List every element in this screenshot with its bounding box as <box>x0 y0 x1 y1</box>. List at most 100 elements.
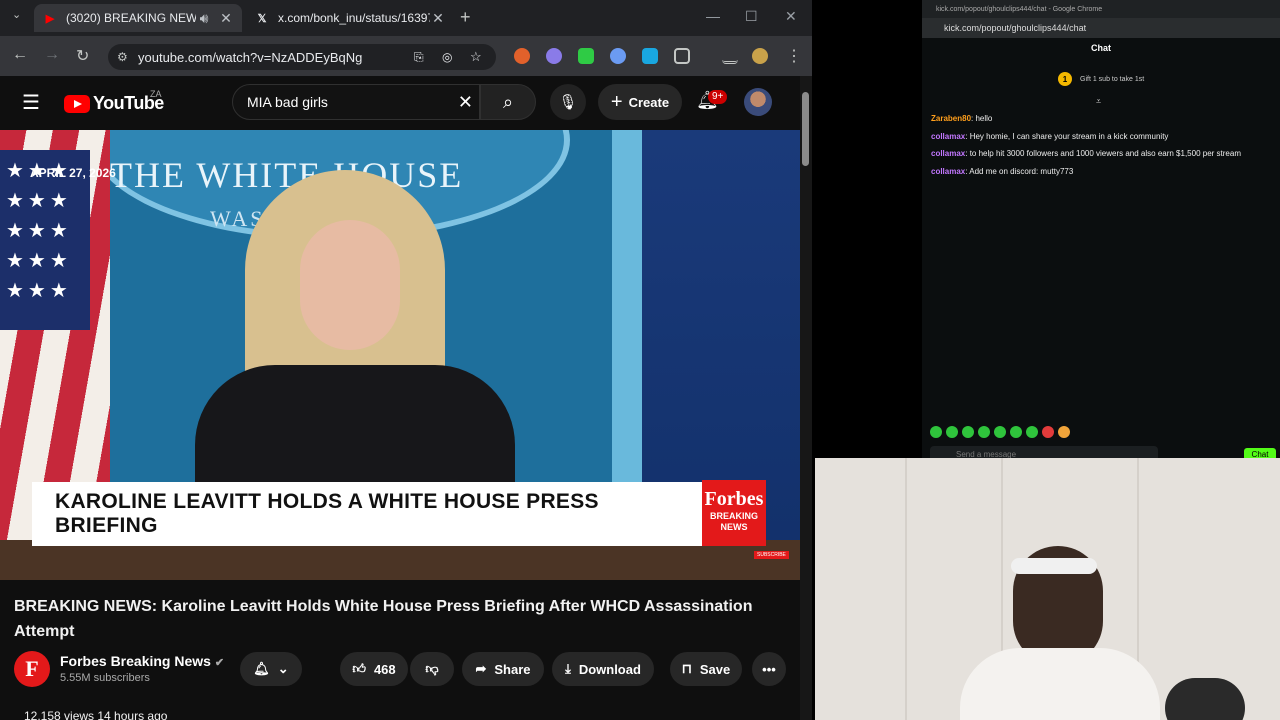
address-bar[interactable]: ⚙ youtube.com/watch?v=NzADDEyBqNg ⎘ ◎ ☆ <box>108 44 496 70</box>
thumbs-down-icon: 👎︎ <box>425 661 439 676</box>
thumbs-up-icon: 👍︎ <box>352 661 366 676</box>
youtube-play-icon <box>64 94 90 113</box>
lower-third-banner: KAROLINE LEAVITT HOLDS A WHITE HOUSE PRE… <box>32 482 702 546</box>
bookmark-icon: ⊓ <box>681 661 692 676</box>
tab-youtube[interactable]: ▶ (3020) BREAKING NEWS: Ka 🔊︎ ✕ <box>34 4 242 32</box>
streamer-shirt <box>960 648 1160 720</box>
subscriber-count: 5.55M subscribers <box>60 672 150 684</box>
tab-title: x.com/bonk_inu/status/163970 <box>278 11 430 25</box>
video-date-stamp: APRIL 27, 2026 <box>30 166 116 180</box>
chevron-down-icon: ⌄ <box>277 661 289 676</box>
speaker-face <box>300 220 400 350</box>
back-icon[interactable]: ← <box>12 46 28 64</box>
chat-username[interactable]: Zaraben80 <box>931 114 971 123</box>
emote-icon[interactable] <box>946 426 958 438</box>
youtube-logo[interactable]: YouTube ZA <box>64 89 164 114</box>
page-scrollbar[interactable] <box>800 76 812 720</box>
hamburger-menu-icon[interactable]: ☰ <box>22 90 40 115</box>
tab-x[interactable]: 𝕏 x.com/bonk_inu/status/163970 ✕ <box>246 4 454 32</box>
close-window-icon[interactable]: ✕ <box>785 8 797 25</box>
kick-chat-window: kick.com/popout/ghoulclips444/chat - Goo… <box>922 0 1280 460</box>
install-icon[interactable]: ⎘ <box>414 50 424 65</box>
emote-icon[interactable] <box>1010 426 1022 438</box>
tab-strip: ⌄ ▶ (3020) BREAKING NEWS: Ka 🔊︎ ✕ 𝕏 x.co… <box>0 0 812 36</box>
emote-icon[interactable] <box>930 426 942 438</box>
channel-name[interactable]: Forbes Breaking News ✔ <box>60 653 224 669</box>
search-icon: ⌕ <box>502 91 514 112</box>
profile-avatar-icon[interactable] <box>752 48 768 64</box>
search-button[interactable]: ⌕ <box>480 84 536 120</box>
kick-address-bar[interactable]: kick.com/popout/ghoulclips444/chat <box>922 18 1280 38</box>
chat-message: Zaraben80: hello <box>931 114 993 123</box>
emote-bar <box>930 426 1070 438</box>
kick-window-title: kick.com/popout/ghoulclips444/chat - Goo… <box>922 0 1280 18</box>
search-input[interactable]: MIA bad girls ✕ <box>232 84 480 120</box>
close-tab-icon[interactable]: ✕ <box>430 10 446 27</box>
clear-search-icon[interactable]: ✕ <box>458 92 473 113</box>
forbes-breaking-news-logo: Forbes BREAKING NEWS <box>702 480 766 546</box>
podium <box>0 540 800 580</box>
mic-icon: 🎙︎ <box>558 94 578 111</box>
extension-purple-icon[interactable] <box>546 48 562 64</box>
extension-translate-icon[interactable] <box>642 48 658 64</box>
plus-icon: + <box>610 90 623 113</box>
media-controls-icon[interactable] <box>722 48 738 64</box>
chat-username[interactable]: collamax <box>931 132 965 141</box>
eye-off-icon[interactable]: ◎ <box>442 50 452 64</box>
chat-message: collamax: Add me on discord: mutty773 <box>931 167 1074 176</box>
create-button[interactable]: + Create <box>598 84 682 120</box>
subscription-bell-button[interactable]: 🔔︎ ⌄ <box>240 652 302 686</box>
browser-window: ⌄ ▶ (3020) BREAKING NEWS: Ka 🔊︎ ✕ 𝕏 x.co… <box>0 0 812 720</box>
chat-username[interactable]: collamax <box>931 149 965 158</box>
download-button[interactable]: ⤓ Download <box>552 652 654 686</box>
chat-message: collamax: to help hit 3000 followers and… <box>931 149 1241 158</box>
address-text: youtube.com/watch?v=NzADDEyBqNg <box>138 49 363 65</box>
more-actions-button[interactable]: ••• <box>752 652 786 686</box>
speaker-icon[interactable]: 🔊︎ <box>196 10 212 27</box>
forbes-sub-text: BREAKING NEWS <box>709 511 758 532</box>
webcam-overlay <box>815 458 1280 720</box>
bookmark-star-icon[interactable]: ☆ <box>470 49 482 65</box>
new-tab-button[interactable]: + <box>460 7 471 28</box>
video-player[interactable]: THE WHITE HOUSE WASHI ★★★ ★★★ ★★★ ★★★ ★★… <box>0 130 800 580</box>
dislike-button[interactable]: 👎︎ <box>410 652 454 686</box>
emote-icon[interactable] <box>994 426 1006 438</box>
share-button[interactable]: ➦ Share <box>462 652 544 686</box>
extension-shield-icon[interactable] <box>610 48 626 64</box>
forward-icon[interactable]: → <box>44 46 60 64</box>
chat-username[interactable]: collamax <box>931 167 965 176</box>
tab-title: (3020) BREAKING NEWS: Ka <box>66 11 196 25</box>
forbes-logo-text: Forbes <box>704 488 764 510</box>
user-avatar[interactable] <box>744 88 772 116</box>
scrollbar-thumb[interactable] <box>802 92 809 166</box>
emote-icon[interactable] <box>1042 426 1054 438</box>
chair <box>1165 678 1245 720</box>
youtube-icon: ▶ <box>45 12 55 25</box>
chrome-menu-icon[interactable]: ⋮ <box>786 46 802 66</box>
extension-fox-icon[interactable] <box>514 48 530 64</box>
reload-icon[interactable]: ↻ <box>76 46 89 66</box>
minimize-icon[interactable]: — <box>706 8 720 24</box>
channel-avatar[interactable]: F <box>14 651 50 687</box>
notification-badge: 9+ <box>708 90 728 104</box>
like-count: 468 <box>373 661 396 677</box>
site-info-icon[interactable]: ⚙ <box>117 50 128 64</box>
gift-text: Gift 1 sub to take 1st <box>1080 75 1145 83</box>
like-button[interactable]: 👍︎ 468 <box>340 652 408 686</box>
chat-header: Chat <box>1091 43 1111 53</box>
gift-sub-banner[interactable]: 1 Gift 1 sub to take 1st <box>1058 72 1144 86</box>
emote-icon[interactable] <box>962 426 974 438</box>
verified-check-icon: ✔ <box>214 657 225 669</box>
maximize-icon[interactable]: ☐ <box>745 8 758 25</box>
emote-icon[interactable] <box>1058 426 1070 438</box>
close-tab-icon[interactable]: ✕ <box>218 10 234 27</box>
gift-coin-icon: 1 <box>1058 72 1072 86</box>
extension-green-icon[interactable] <box>578 48 594 64</box>
emote-icon[interactable] <box>978 426 990 438</box>
voice-search-button[interactable]: 🎙︎ <box>550 84 586 120</box>
pinned-chevron-icon[interactable]: ⩡ <box>1096 96 1101 107</box>
tab-search-chevron-icon[interactable]: ⌄ <box>12 8 21 21</box>
save-button[interactable]: ⊓ Save <box>670 652 742 686</box>
extensions-puzzle-icon[interactable] <box>674 48 690 64</box>
emote-icon[interactable] <box>1026 426 1038 438</box>
